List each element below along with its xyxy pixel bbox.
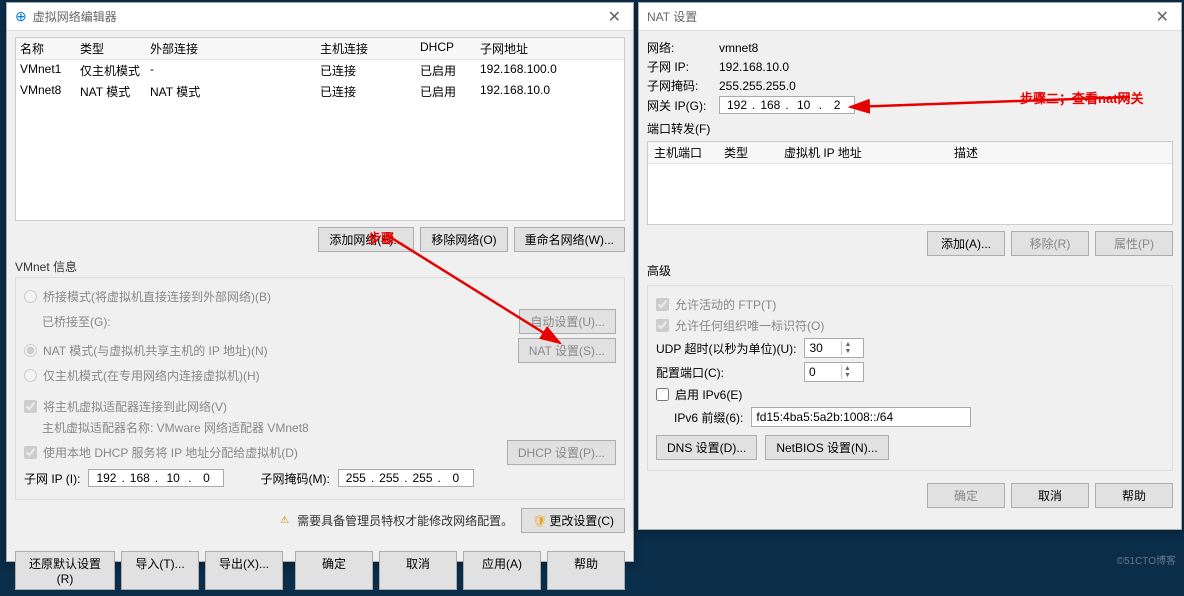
shield-icon: 🛡: [532, 514, 547, 528]
allow-oui-label: 允许任何组织唯一标识符(O): [675, 317, 824, 334]
subnet-mask-input[interactable]: 255. 255. 255. 0: [338, 469, 474, 487]
network-value: vmnet8: [719, 41, 758, 55]
gateway-ip-label: 网关 IP(G):: [647, 97, 719, 114]
host-adapter-checkbox-label: 将主机虚拟适配器连接到此网络(V): [43, 398, 227, 415]
vmnet-info-label: VMnet 信息: [15, 258, 625, 275]
dialog-title: NAT 设置: [647, 8, 1152, 25]
nat-radio: [24, 344, 37, 357]
col-vm-ip: 虚拟机 IP 地址: [784, 144, 954, 161]
gateway-ip-input[interactable]: 192. 168. 10. 2: [719, 96, 855, 114]
enable-ipv6-checkbox[interactable]: [656, 388, 669, 401]
nat-settings-dialog: NAT 设置 ✕ 网络:vmnet8 子网 IP:192.168.10.0 子网…: [638, 2, 1182, 530]
port-forward-table[interactable]: 主机端口 类型 虚拟机 IP 地址 描述: [647, 141, 1173, 225]
allow-ftp-label: 允许活动的 FTP(T): [675, 296, 776, 313]
col-desc: 描述: [954, 144, 1074, 161]
dhcp-settings-button[interactable]: DHCP 设置(P)...: [507, 440, 616, 465]
cancel-button[interactable]: 取消: [1011, 483, 1089, 508]
config-port-input[interactable]: ▲▼: [804, 362, 864, 382]
col-type: 类型: [80, 40, 150, 57]
help-button[interactable]: 帮助: [1095, 483, 1173, 508]
subnet-mask-label: 子网掩码(M):: [260, 470, 329, 487]
udp-timeout-input[interactable]: ▲▼: [804, 338, 864, 358]
host-adapter-checkbox: [24, 400, 37, 413]
subnet-ip-value: 192.168.10.0: [719, 60, 789, 74]
nat-radio-label: NAT 模式(与虚拟机共享主机的 IP 地址)(N): [43, 342, 268, 359]
add-network-button[interactable]: 添加网络(E)...: [318, 227, 414, 252]
config-port-label: 配置端口(C):: [656, 364, 724, 381]
spinner-icon[interactable]: ▲▼: [841, 341, 853, 355]
virtual-network-editor-dialog: ⊕ 虚拟网络编辑器 ✕ 名称 类型 外部连接 主机连接 DHCP 子网地址 VM…: [6, 2, 634, 562]
col-host: 主机连接: [320, 40, 420, 57]
col-type: 类型: [724, 144, 784, 161]
col-subnet: 子网地址: [480, 40, 620, 57]
subnet-ip-label: 子网 IP (I):: [24, 470, 80, 487]
ipv6-prefix-label: IPv6 前缀(6):: [674, 409, 743, 426]
allow-ftp-checkbox: [656, 298, 669, 311]
hostonly-radio: [24, 369, 37, 382]
advanced-group: 允许活动的 FTP(T) 允许任何组织唯一标识符(O) UDP 超时(以秒为单位…: [647, 285, 1173, 471]
table-row[interactable]: VMnet8 NAT 模式 NAT 模式 已连接 已启用 192.168.10.…: [16, 81, 624, 102]
vmnet-info-group: 桥接模式(将虚拟机直接连接到外部网络)(B) 已桥接至(G): 自动设置(U).…: [15, 277, 625, 500]
pf-properties-button: 属性(P): [1095, 231, 1173, 256]
subnet-ip-input[interactable]: 192. 168. 10. 0: [88, 469, 224, 487]
subnet-ip-label: 子网 IP:: [647, 58, 719, 75]
netbios-settings-button[interactable]: NetBIOS 设置(N)...: [765, 435, 888, 460]
titlebar: ⊕ 虚拟网络编辑器 ✕: [7, 3, 633, 31]
dhcp-checkbox-label: 使用本地 DHCP 服务将 IP 地址分配给虚拟机(D): [43, 444, 298, 461]
table-header: 名称 类型 外部连接 主机连接 DHCP 子网地址: [16, 38, 624, 60]
dhcp-checkbox: [24, 446, 37, 459]
bridge-to-label: 已桥接至(G):: [42, 313, 111, 330]
host-adapter-name: 主机虚拟适配器名称: VMware 网络适配器 VMnet8: [24, 419, 616, 436]
enable-ipv6-label: 启用 IPv6(E): [675, 386, 742, 403]
remove-network-button[interactable]: 移除网络(O): [420, 227, 507, 252]
bridge-radio: [24, 290, 37, 303]
titlebar: NAT 设置 ✕: [639, 3, 1181, 31]
col-dhcp: DHCP: [420, 40, 480, 57]
pf-remove-button: 移除(R): [1011, 231, 1089, 256]
spinner-icon[interactable]: ▲▼: [841, 365, 853, 379]
table-row[interactable]: VMnet1 仅主机模式 - 已连接 已启用 192.168.100.0: [16, 60, 624, 81]
udp-timeout-label: UDP 超时(以秒为单位)(U):: [656, 340, 796, 357]
dns-settings-button[interactable]: DNS 设置(D)...: [656, 435, 757, 460]
allow-oui-checkbox: [656, 319, 669, 332]
nat-settings-button[interactable]: NAT 设置(S)...: [518, 338, 616, 363]
subnet-mask-value: 255.255.255.0: [719, 79, 796, 93]
network-table[interactable]: 名称 类型 外部连接 主机连接 DHCP 子网地址 VMnet1 仅主机模式 -…: [15, 37, 625, 221]
auto-settings-button: 自动设置(U)...: [519, 309, 616, 334]
ok-button: 确定: [927, 483, 1005, 508]
dialog-title: 虚拟网络编辑器: [33, 8, 604, 25]
rename-network-button[interactable]: 重命名网络(W)...: [514, 227, 625, 252]
hostonly-radio-label: 仅主机模式(在专用网络内连接虚拟机)(H): [43, 367, 260, 384]
table-header: 主机端口 类型 虚拟机 IP 地址 描述: [648, 142, 1172, 164]
app-icon: ⊕: [15, 8, 27, 25]
change-settings-button[interactable]: 🛡更改设置(C): [521, 508, 625, 533]
close-icon[interactable]: ✕: [604, 7, 625, 27]
port-forward-label: 端口转发(F): [647, 120, 1173, 137]
col-name: 名称: [20, 40, 80, 57]
col-ext: 外部连接: [150, 40, 320, 57]
pf-add-button[interactable]: 添加(A)...: [927, 231, 1005, 256]
warning-icon: ⚠: [280, 515, 289, 526]
ipv6-prefix-input[interactable]: [751, 407, 971, 427]
watermark: ©51CTO博客: [1117, 552, 1176, 567]
subnet-mask-label: 子网掩码:: [647, 77, 719, 94]
network-label: 网络:: [647, 39, 719, 56]
col-host-port: 主机端口: [654, 144, 724, 161]
bridge-radio-label: 桥接模式(将虚拟机直接连接到外部网络)(B): [43, 288, 271, 305]
advanced-label: 高级: [647, 262, 1173, 279]
warning-text: 需要具备管理员特权才能修改网络配置。: [297, 512, 513, 529]
close-icon[interactable]: ✕: [1152, 7, 1173, 27]
